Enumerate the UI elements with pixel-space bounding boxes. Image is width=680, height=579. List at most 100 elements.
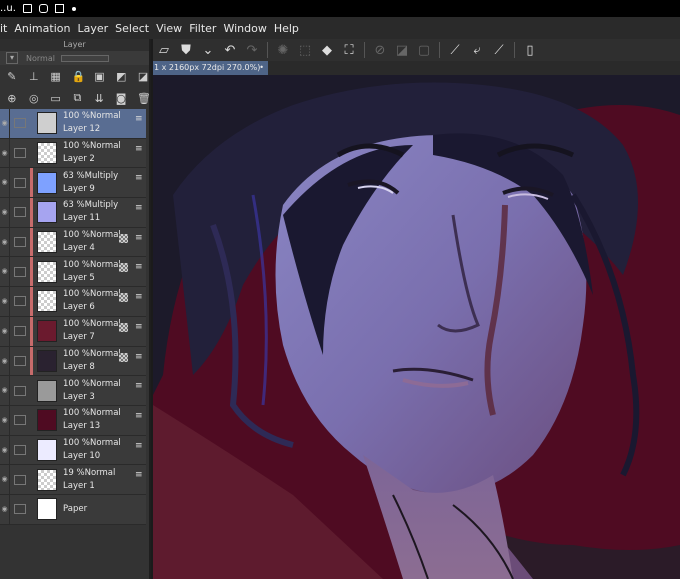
crop-icon[interactable]: ⛶ (338, 43, 360, 58)
fill-layer-icon[interactable]: ◪ (391, 43, 413, 58)
pen-icon[interactable]: ✎ (6, 70, 18, 83)
layer-menu-icon[interactable]: ≡ (135, 411, 143, 420)
menu-item-select[interactable]: Select (115, 22, 156, 35)
eye-icon[interactable]: ◉ (0, 494, 10, 524)
lock-checkbox[interactable] (14, 355, 26, 366)
lock-checkbox[interactable] (14, 385, 26, 396)
layer-row[interactable]: ◉ Paper (0, 494, 146, 525)
eye-icon[interactable]: ◉ (0, 227, 10, 257)
lock-checkbox[interactable] (14, 266, 26, 277)
open-icon[interactable]: ▱ (153, 43, 175, 58)
line-icon[interactable]: ⟋ (444, 43, 466, 58)
menu-item-layer[interactable]: Layer (77, 22, 115, 35)
transform-icon[interactable]: ⬚ (294, 43, 316, 58)
layer-blend-info: 100 %Normal (63, 288, 121, 301)
layer-row[interactable]: ◉ 19 %Normal Layer 1 ≡ (0, 465, 146, 495)
eye-icon[interactable]: ◉ (0, 346, 10, 376)
grid-icon[interactable]: ▣ (93, 70, 105, 83)
new-folder-icon[interactable]: ▭ (50, 92, 62, 105)
loading-icon[interactable]: ✺ (272, 43, 294, 58)
layer-row[interactable]: ◉ 100 %Normal Layer 6 ≡ (0, 287, 146, 317)
layer-menu-icon[interactable]: ≡ (135, 233, 143, 242)
chevron-down-icon[interactable]: ▾ (6, 52, 18, 64)
redo-icon[interactable]: ↷ (241, 43, 263, 58)
layer-row[interactable]: ◉ 100 %Normal Layer 8 ≡ (0, 346, 146, 377)
layer-menu-icon[interactable]: ≡ (135, 293, 143, 302)
curve-icon[interactable]: ⤶ (466, 43, 488, 58)
opacity-slider[interactable] (60, 54, 109, 62)
eye-icon[interactable]: ◉ (0, 405, 10, 435)
lock-checkbox[interactable] (14, 444, 26, 455)
eye-icon[interactable]: ◉ (0, 376, 10, 405)
menu-item-help[interactable]: Help (274, 22, 306, 35)
layer-menu-icon[interactable]: ≡ (135, 352, 143, 361)
save-icon[interactable]: ⛊ (175, 43, 197, 58)
eye-icon[interactable]: ◉ (0, 316, 10, 346)
layer-menu-icon[interactable]: ≡ (135, 382, 143, 391)
ruler-icon[interactable]: ⟋ (488, 43, 510, 58)
eye-icon[interactable]: ◉ (0, 257, 10, 287)
layer-row[interactable]: ◉ 100 %Normal Layer 3 ≡ (0, 376, 146, 406)
eye-icon[interactable]: ◉ (0, 465, 10, 494)
layer-menu-icon[interactable]: ≡ (135, 263, 143, 272)
layer-row[interactable]: ◉ 100 %Normal Layer 13 ≡ (0, 405, 146, 436)
canvas-tab[interactable]: 1 x 2160px 72dpi 270.0%) • (153, 61, 268, 75)
layer-row[interactable]: ◉ 100 %Normal Layer 5 ≡ (0, 257, 146, 288)
eye-icon[interactable]: ◉ (0, 168, 10, 198)
layer-row[interactable]: ◉ 63 %Multiply Layer 11 ≡ (0, 198, 146, 228)
undo-icon[interactable]: ↶ (219, 43, 241, 58)
chevron-down-icon[interactable]: ⌄ (197, 43, 219, 58)
blend-mode-select[interactable]: Normal (26, 54, 55, 63)
menu-item-file[interactable]: it (0, 22, 14, 35)
trash-icon[interactable]: 🗑 (137, 92, 151, 105)
eye-icon[interactable]: ◉ (0, 138, 10, 168)
eye-icon[interactable]: ◉ (0, 287, 10, 316)
layer-row[interactable]: ◉ 100 %Normal Layer 12 ≡ (0, 109, 146, 139)
clear-icon[interactable]: ⊘ (369, 43, 391, 58)
layer-row[interactable]: ◉ 100 %Normal Layer 4 ≡ (0, 227, 146, 258)
lock-checkbox[interactable] (14, 237, 26, 248)
device-icon[interactable]: ▯ (519, 43, 541, 58)
lock-checkbox[interactable] (14, 148, 26, 159)
lock-checkbox[interactable] (14, 296, 26, 307)
eye-icon[interactable]: ◉ (0, 109, 10, 138)
lock-icon[interactable]: 🔒 (71, 70, 85, 83)
lock-checkbox[interactable] (14, 118, 26, 129)
lock-checkbox[interactable] (14, 474, 26, 485)
menu-item-animation[interactable]: Animation (14, 22, 77, 35)
mask-icon[interactable]: ◩ (115, 70, 127, 83)
layer-menu-icon[interactable]: ≡ (135, 174, 143, 183)
layer-row[interactable]: ◉ 63 %Multiply Layer 9 ≡ (0, 168, 146, 199)
layer-menu-icon[interactable]: ≡ (135, 144, 143, 153)
lock-checkbox[interactable] (14, 207, 26, 218)
layer-row[interactable]: ◉ 100 %Normal Layer 7 ≡ (0, 316, 146, 347)
lock-checkbox[interactable] (14, 415, 26, 426)
mask-add-icon[interactable]: ◙ (115, 92, 127, 105)
layer-row[interactable]: ◉ 100 %Normal Layer 10 ≡ (0, 435, 146, 466)
new-layer-icon[interactable]: ⊕ (6, 92, 18, 105)
menu-item-window[interactable]: Window (223, 22, 273, 35)
menu-item-filter[interactable]: Filter (189, 22, 223, 35)
new-vector-icon[interactable]: ◎ (28, 92, 40, 105)
layer-menu-icon[interactable]: ≡ (135, 115, 143, 124)
reference-icon[interactable]: ◪ (137, 70, 149, 83)
lock-checkbox[interactable] (14, 326, 26, 337)
deselect-icon[interactable]: ▢ (413, 43, 435, 58)
eye-icon[interactable]: ◉ (0, 435, 10, 465)
eye-icon[interactable]: ◉ (0, 198, 10, 227)
layer-menu-icon[interactable]: ≡ (135, 322, 143, 331)
layer-menu-icon[interactable]: ≡ (135, 204, 143, 213)
menu-item-view[interactable]: View (156, 22, 189, 35)
lock-checkbox[interactable] (14, 177, 26, 188)
fill-icon[interactable]: ◆ (316, 43, 338, 58)
layer-row[interactable]: ◉ 100 %Normal Layer 2 ≡ (0, 138, 146, 169)
pattern-icon[interactable]: ▦ (50, 70, 62, 83)
lock-checkbox[interactable] (14, 504, 26, 515)
merge-icon[interactable]: ⇊ (93, 92, 105, 105)
canvas[interactable] (153, 75, 680, 579)
close-icon[interactable]: • (259, 61, 264, 75)
layer-menu-icon[interactable]: ≡ (135, 471, 143, 480)
pin-icon[interactable]: ⊥ (28, 70, 40, 83)
copy-layer-icon[interactable]: ⧉ (71, 91, 83, 105)
layer-menu-icon[interactable]: ≡ (135, 441, 143, 450)
